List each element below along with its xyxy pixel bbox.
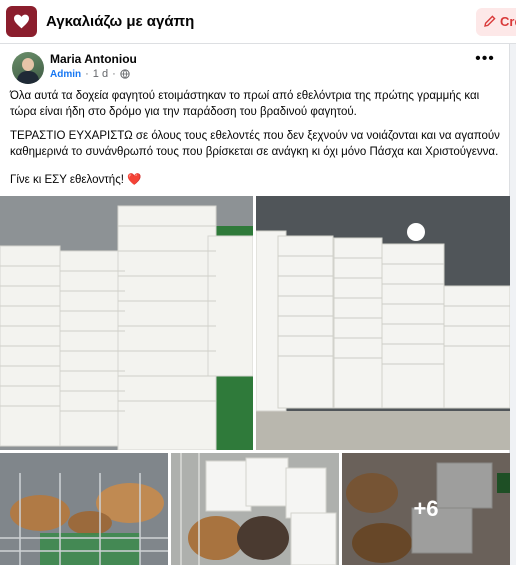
meta-separator: · bbox=[85, 68, 89, 80]
photo-bread-cart[interactable] bbox=[0, 453, 168, 565]
admin-badge[interactable]: Admin bbox=[50, 69, 81, 80]
heart-emoji-icon: ❤️ bbox=[127, 174, 142, 186]
edit-icon bbox=[484, 15, 496, 27]
post-paragraph-2: ΤΕΡΑΣΤΙΟ ΕΥΧΑΡΙΣΤΩ σε όλους τους εθελοντ… bbox=[10, 130, 500, 158]
group-header: Αγκαλιάζω με αγάπη Cre bbox=[0, 0, 516, 44]
post-paragraph-3-text: Γίνε κι ΕΣΥ εθελοντής! bbox=[10, 174, 124, 186]
photo-1-illustration bbox=[0, 196, 253, 450]
photo-containers-stacks-2[interactable] bbox=[256, 196, 510, 450]
photo-2-illustration bbox=[256, 196, 510, 450]
photo-containers-stacks-1[interactable] bbox=[0, 196, 253, 450]
post-paragraph-1: Όλα αυτά τα δοχεία φαγητού ετοιμάστηκαν … bbox=[10, 90, 480, 118]
meta-separator-2: · bbox=[112, 68, 116, 80]
group-title[interactable]: Αγκαλιάζω με αγάπη bbox=[46, 13, 194, 30]
post-timestamp[interactable]: 1 d bbox=[93, 68, 108, 80]
photo-grid: +6 bbox=[0, 196, 510, 565]
globe-icon bbox=[120, 69, 130, 79]
create-post-label: Cre bbox=[500, 14, 516, 29]
more-options-button[interactable]: ••• bbox=[474, 51, 496, 70]
photo-3-illustration bbox=[0, 453, 168, 565]
heart-logo-icon bbox=[14, 14, 29, 29]
post-meta: Admin · 1 d · bbox=[50, 68, 130, 80]
photo-bread-containers[interactable] bbox=[171, 453, 339, 565]
group-avatar[interactable] bbox=[6, 6, 37, 37]
create-post-button[interactable]: Cre bbox=[476, 8, 516, 36]
photo-4-illustration bbox=[171, 453, 339, 565]
photo-more[interactable]: +6 bbox=[342, 453, 510, 565]
post-paragraph-3: Γίνε κι ΕΣΥ εθελοντής! ❤️ bbox=[10, 172, 500, 188]
author-avatar[interactable] bbox=[12, 52, 44, 84]
more-photos-count[interactable]: +6 bbox=[342, 453, 510, 565]
author-name[interactable]: Maria Antoniou bbox=[50, 52, 137, 66]
post-card: Maria Antoniou Admin · 1 d · ••• Όλα αυτ… bbox=[0, 44, 510, 565]
